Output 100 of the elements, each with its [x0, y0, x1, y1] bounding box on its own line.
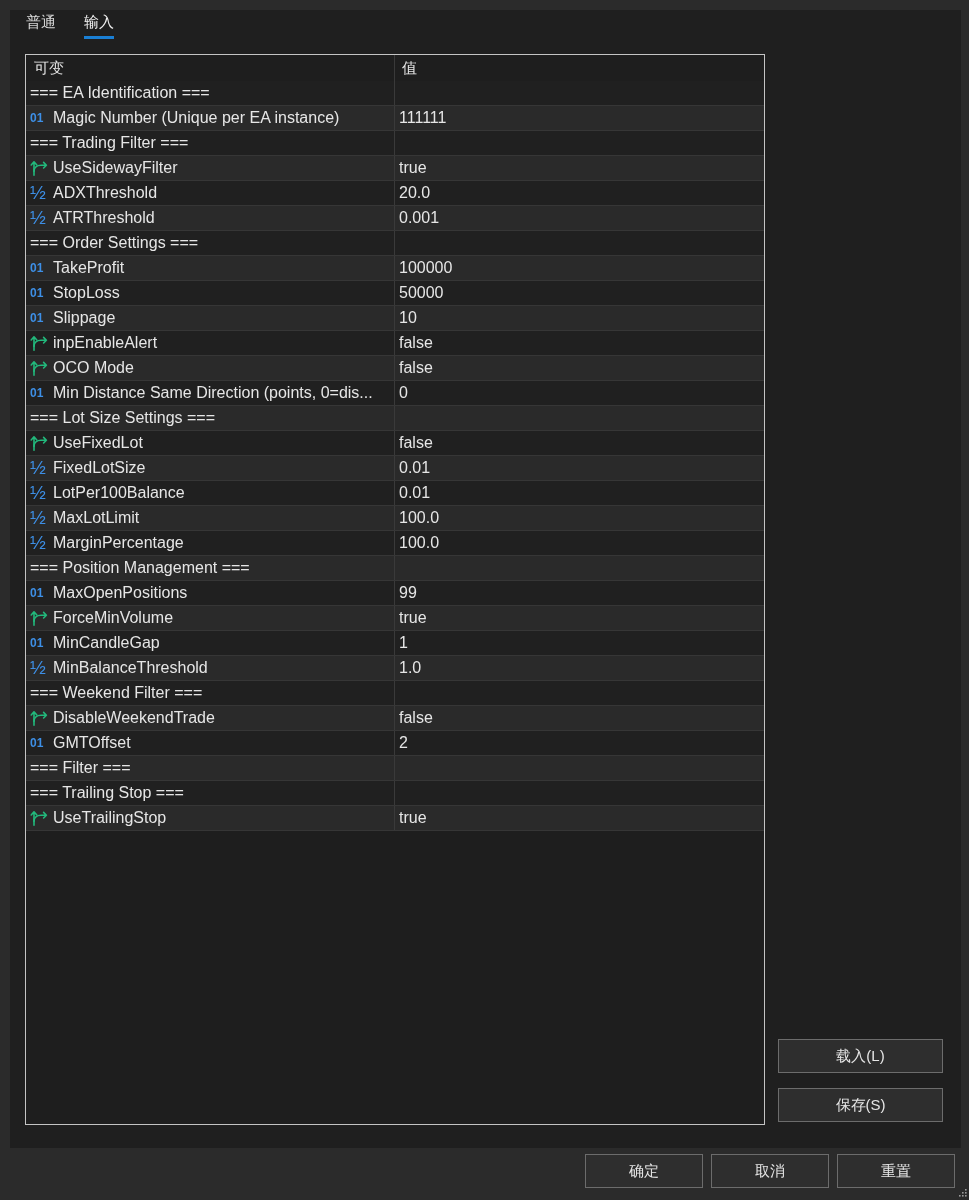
type-mark: ½	[30, 508, 46, 528]
side-button[interactable]: 保存(S)	[778, 1088, 943, 1122]
branch-arrow-icon	[30, 610, 48, 626]
parameter-name: MaxOpenPositions	[53, 583, 188, 603]
type-mark: 01	[30, 736, 44, 750]
parameter-value: false	[399, 433, 433, 453]
table-row[interactable]: UseFixedLot false	[26, 431, 764, 456]
parameter-name: UseSidewayFilter	[53, 158, 178, 178]
parameter-name: MaxLotLimit	[53, 508, 140, 528]
section-title: === Filter ===	[30, 758, 131, 778]
parameter-value: true	[399, 608, 427, 628]
parameter-name: UseTrailingStop	[53, 808, 167, 828]
table-row[interactable]: ½ MinBalanceThreshold 1.0	[26, 656, 764, 681]
parameter-value: false	[399, 333, 433, 353]
parameter-value: 0.01	[399, 458, 431, 478]
parameter-value: true	[399, 808, 427, 828]
branch-arrow-icon	[30, 810, 48, 826]
parameter-name: MinCandleGap	[53, 633, 160, 653]
section-title: === Trading Filter ===	[30, 133, 189, 153]
table-row[interactable]: ½ MaxLotLimit 100.0	[26, 506, 764, 531]
parameter-name: DisableWeekendTrade	[53, 708, 215, 728]
type-mark: ½	[30, 533, 46, 553]
table-row[interactable]: === Trailing Stop ===	[26, 781, 764, 806]
type-mark: ½	[30, 458, 46, 478]
parameter-name: MarginPercentage	[53, 533, 184, 553]
table-row[interactable]: === Lot Size Settings ===	[26, 406, 764, 431]
dialog-button[interactable]: 确定	[585, 1154, 703, 1188]
table-row[interactable]: === Weekend Filter ===	[26, 681, 764, 706]
parameter-value: 0.001	[399, 208, 440, 228]
parameter-name: OCO Mode	[53, 358, 134, 378]
parameter-value: 20.0	[399, 183, 431, 203]
table-row[interactable]: === Filter ===	[26, 756, 764, 781]
table-row[interactable]: UseSidewayFilter true	[26, 156, 764, 181]
type-mark: ½	[30, 208, 46, 228]
parameter-name: inpEnableAlert	[53, 333, 158, 353]
parameter-value: 10	[399, 308, 417, 328]
parameter-value: 50000	[399, 283, 444, 303]
branch-arrow-icon	[30, 435, 48, 451]
parameter-name: Slippage	[53, 308, 116, 328]
table-row[interactable]: ½ MarginPercentage 100.0	[26, 531, 764, 556]
table-row[interactable]: OCO Mode false	[26, 356, 764, 381]
table-row[interactable]: ½ LotPer100Balance 0.01	[26, 481, 764, 506]
table-row[interactable]: 01 TakeProfit 100000	[26, 256, 764, 281]
parameter-value: 1	[399, 633, 408, 653]
tab[interactable]: 输入	[84, 12, 114, 39]
parameter-value: 0.01	[399, 483, 431, 503]
parameter-value: 100000	[399, 258, 453, 278]
branch-arrow-icon	[30, 160, 48, 176]
parameter-name: LotPer100Balance	[53, 483, 185, 503]
tab[interactable]: 普通	[26, 12, 56, 39]
table-row[interactable]: === Order Settings ===	[26, 231, 764, 256]
parameter-value: true	[399, 158, 427, 178]
section-title: === Position Management ===	[30, 558, 250, 578]
table-row[interactable]: ½ FixedLotSize 0.01	[26, 456, 764, 481]
parameter-value: 99	[399, 583, 417, 603]
parameter-name: ForceMinVolume	[53, 608, 174, 628]
parameter-value: 1.0	[399, 658, 422, 678]
parameter-value: false	[399, 358, 433, 378]
table-row[interactable]: 01 Min Distance Same Direction (points, 0=dis... 0	[26, 381, 764, 406]
dialog-button[interactable]: 重置	[837, 1154, 955, 1188]
section-title: === Order Settings ===	[30, 233, 199, 253]
type-mark: ½	[30, 658, 46, 678]
type-mark: 01	[30, 286, 44, 300]
table-row[interactable]: === EA Identification ===	[26, 81, 764, 106]
table-row[interactable]: inpEnableAlert false	[26, 331, 764, 356]
table-row[interactable]: === Trading Filter ===	[26, 131, 764, 156]
table-row[interactable]: DisableWeekendTrade false	[26, 706, 764, 731]
type-mark: 01	[30, 111, 44, 125]
table-row[interactable]: 01 Slippage 10	[26, 306, 764, 331]
parameter-name: FixedLotSize	[53, 458, 146, 478]
parameter-name: MinBalanceThreshold	[53, 658, 208, 678]
parameter-value: 100.0	[399, 533, 440, 553]
table-row[interactable]: ½ ATRThreshold 0.001	[26, 206, 764, 231]
parameter-name: Magic Number (Unique per EA instance)	[53, 108, 340, 128]
type-mark: 01	[30, 386, 44, 400]
dialog-button[interactable]: 取消	[711, 1154, 829, 1188]
table-row[interactable]: 01 Magic Number (Unique per EA instance) 111111	[26, 106, 764, 131]
table-row[interactable]: 01 MinCandleGap 1	[26, 631, 764, 656]
table-row[interactable]: UseTrailingStop true	[26, 806, 764, 831]
table-row[interactable]: ForceMinVolume true	[26, 606, 764, 631]
side-button[interactable]: 载入(L)	[778, 1039, 943, 1073]
parameter-name: GMTOffset	[53, 733, 131, 753]
type-mark: 01	[30, 311, 44, 325]
parameter-value: 0	[399, 383, 408, 403]
type-mark: 01	[30, 636, 44, 650]
table-row[interactable]: 01 GMTOffset 2	[26, 731, 764, 756]
type-mark: ½	[30, 183, 46, 203]
parameter-name: TakeProfit	[53, 258, 125, 278]
branch-arrow-icon	[30, 335, 48, 351]
section-title: === Lot Size Settings ===	[30, 408, 216, 428]
parameter-value: false	[399, 708, 433, 728]
table-row[interactable]: 01 StopLoss 50000	[26, 281, 764, 306]
column-header: 可变	[34, 58, 64, 78]
parameter-value: 2	[399, 733, 408, 753]
parameter-value: 100.0	[399, 508, 440, 528]
table-row[interactable]: === Position Management ===	[26, 556, 764, 581]
resize-grip-icon[interactable]	[958, 1188, 967, 1197]
table-row[interactable]: 01 MaxOpenPositions 99	[26, 581, 764, 606]
table-row[interactable]: ½ ADXThreshold 20.0	[26, 181, 764, 206]
parameter-name: ATRThreshold	[53, 208, 155, 228]
